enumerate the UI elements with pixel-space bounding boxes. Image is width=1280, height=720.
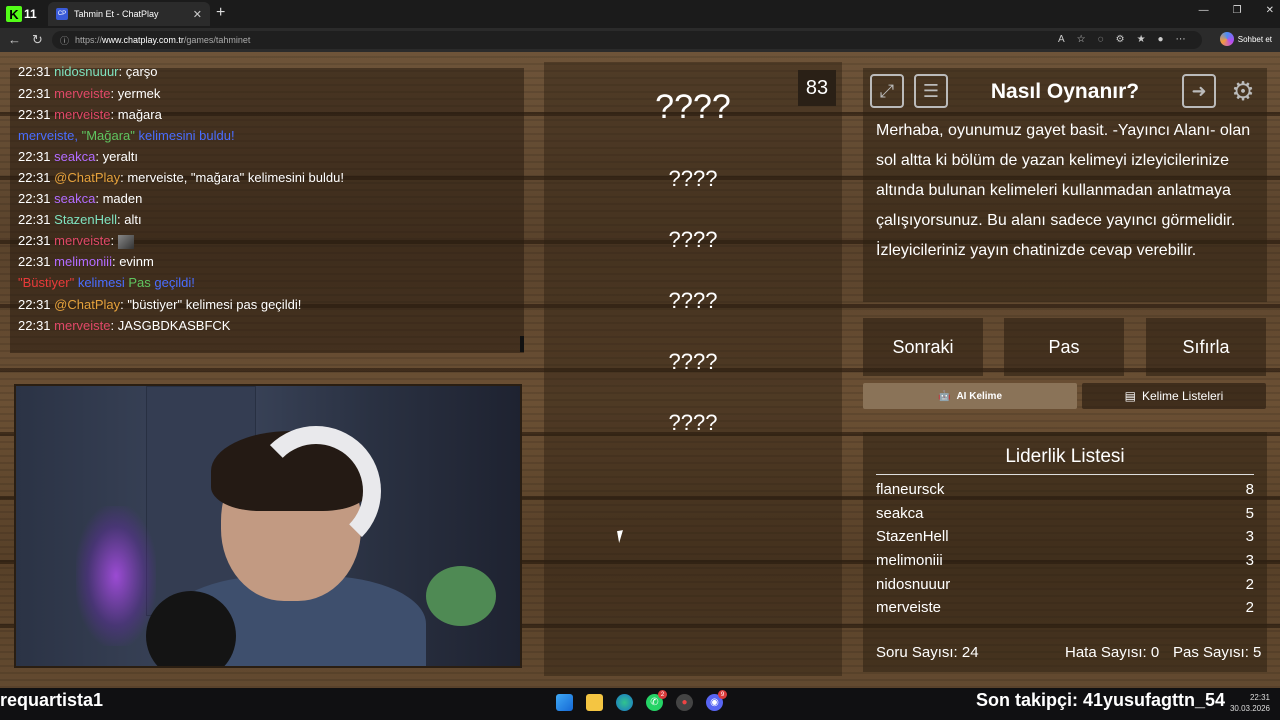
list-icon: ▤ — [1124, 389, 1136, 403]
url-field[interactable]: ⓘ https://www.chatplay.com.tr/games/tahm… — [52, 31, 1202, 49]
discord-icon[interactable]: ◉ 9 — [706, 690, 727, 711]
pass-count: Pas Sayısı: 5 — [1173, 644, 1262, 661]
minimize-icon[interactable]: — — [1199, 5, 1209, 16]
site-info-icon[interactable]: ⓘ — [60, 34, 69, 47]
streamer-name: requartista1 — [0, 690, 104, 710]
leaderboard-row: nidosnuuur 2 — [876, 576, 1254, 593]
webcam-purple-light — [76, 506, 156, 646]
restore-icon[interactable]: ❐ — [1233, 5, 1242, 16]
url-path: /games/tahminet — [183, 35, 251, 45]
close-window-icon[interactable]: ✕ — [1266, 5, 1274, 16]
webcam-plush-toy — [426, 566, 496, 626]
chat-message: 22:31 seakca: maden — [18, 191, 143, 206]
leaderboard-row: seakca 5 — [876, 505, 1254, 522]
window-controls: — ❐ ✕ — [1199, 5, 1274, 16]
forbidden-word: ???? — [668, 227, 718, 252]
read-aloud-icon[interactable]: A — [1058, 34, 1065, 45]
forbidden-word: ???? — [668, 410, 718, 435]
address-bar: ← ↻ ⓘ https://www.chatplay.com.tr/games/… — [0, 28, 1280, 52]
chat-scrollbar[interactable] — [520, 336, 524, 352]
question-count: Soru Sayısı: 24 — [876, 644, 979, 661]
fullscreen-icon[interactable]: ⤢ — [870, 74, 904, 108]
more-icon[interactable]: ⋯ — [1176, 34, 1186, 45]
discord-badge: 9 — [718, 690, 727, 699]
chat-system-message: "Büstiyer" kelimesi Pas geçildi! — [18, 275, 195, 290]
chat-message: 22:31 merveiste: — [18, 233, 134, 249]
close-tab-icon[interactable]: ✕ — [193, 8, 202, 21]
word-lists-button[interactable]: ▤ Kelime Listeleri — [1082, 383, 1266, 409]
clock-date: 30.03.2026 — [1229, 704, 1270, 713]
windows-start-icon[interactable] — [556, 694, 573, 711]
error-count: Hata Sayısı: 0 — [1065, 644, 1160, 661]
taskbar-icons: ✆ 2 ● ◉ 9 — [556, 690, 727, 711]
edge-browser-icon[interactable] — [616, 694, 633, 711]
how-to-play-title: Nasıl Oynanır? — [990, 80, 1140, 103]
chat-message: 22:31 seakca: yeraltı — [18, 149, 138, 164]
url-host: www.chatplay.com.tr — [102, 35, 184, 45]
leaderboard-row: melimoniii 3 — [876, 552, 1254, 569]
clock-time: 22:31 — [1249, 693, 1270, 702]
leaderboard-row: StazenHell 3 — [876, 528, 1254, 545]
leaderboard-row: merveiste 2 — [876, 599, 1254, 616]
target-word: ???? — [655, 88, 731, 126]
copilot-label: Sohbet et — [1237, 34, 1272, 44]
file-explorer-icon[interactable] — [586, 694, 603, 711]
pass-button[interactable]: Pas — [1004, 318, 1124, 376]
kick-icon: K — [6, 6, 22, 22]
forbidden-word: ???? — [668, 288, 718, 313]
url-prefix: https:// — [75, 35, 103, 45]
chat-message: 22:31 merveiste: mağara — [18, 107, 162, 122]
whatsapp-icon[interactable]: ✆ 2 — [646, 690, 667, 711]
copilot-button[interactable]: Sohbet et — [1219, 32, 1272, 46]
extensions-icon[interactable]: ⚙ — [1116, 34, 1125, 45]
chatplay-favicon-icon: CP — [56, 8, 68, 20]
new-tab-icon[interactable]: + — [216, 4, 225, 22]
leaderboard-title: Liderlik Listesi — [876, 446, 1254, 475]
reset-button[interactable]: Sıfırla — [1146, 318, 1266, 376]
browser-tab-bar: K 11 CP Tahmin Et - ChatPlay ✕ + — ❐ ✕ — [0, 0, 1280, 28]
profile-icon[interactable]: ● — [1158, 34, 1164, 45]
address-bar-icons: A ☆ ◌ ⚙ ★ ● ⋯ — [1058, 34, 1186, 45]
ai-word-button[interactable]: 🤖 AI Kelime — [863, 383, 1077, 409]
reload-icon[interactable]: ↻ — [32, 32, 43, 48]
favorites-icon[interactable]: ★ — [1137, 34, 1146, 45]
copilot-icon — [1219, 32, 1234, 46]
exit-icon[interactable]: ➜ — [1182, 74, 1216, 108]
browser-tab[interactable]: CP Tahmin Et - ChatPlay ✕ — [48, 2, 210, 26]
mute-icon[interactable]: ◌ — [1098, 34, 1104, 45]
leaderboard-row: flaneursck 8 — [876, 481, 1254, 498]
chat-message: 22:31 merveiste: JASGBDKASBFCK — [18, 318, 231, 333]
word-lists-label: Kelime Listeleri — [1141, 389, 1224, 403]
kick-logo-number: 11 — [24, 7, 37, 21]
ai-word-label: AI Kelime — [956, 390, 1003, 402]
mouse-cursor — [617, 529, 631, 543]
chat-message: 22:31 melimoniii: evinm — [18, 254, 154, 269]
how-to-play-text: Merhaba, oyunumuz gayet basit. -Yayıncı … — [876, 122, 1251, 259]
kick-logo[interactable]: K 11 — [6, 4, 44, 24]
app-icon[interactable]: ● — [676, 694, 693, 711]
chat-message: 22:31 @ChatPlay: merveiste, "mağara" kel… — [18, 170, 344, 185]
emote-image — [117, 234, 134, 249]
webcam-feed — [14, 384, 522, 668]
forbidden-word: ???? — [668, 166, 718, 191]
robot-icon: 🤖 — [937, 390, 951, 402]
chat-message: 22:31 StazenHell: altı — [18, 212, 142, 227]
chat-message: 22:31 nidosnuuur: çarşo — [18, 64, 158, 79]
webcam-headset — [251, 426, 381, 556]
settings-gear-icon[interactable]: ⚙ — [1226, 74, 1260, 108]
back-icon[interactable]: ← — [8, 32, 21, 47]
next-button[interactable]: Sonraki — [863, 318, 983, 376]
favorite-star-icon[interactable]: ☆ — [1077, 34, 1086, 45]
chat-message: 22:31 @ChatPlay: "büstiyer" kelimesi pas… — [18, 297, 302, 312]
whatsapp-badge: 2 — [658, 690, 667, 699]
system-clock[interactable]: 22:31 30.03.2026 — [1226, 692, 1270, 714]
chat-system-message: merveiste, "Mağara" kelimesini buldu! — [18, 128, 235, 143]
forbidden-word: ???? — [668, 349, 718, 374]
chat-message: 22:31 merveiste: yermek — [18, 86, 161, 101]
last-follower: Son takipçi: 41yusufagttn_54 — [976, 690, 1226, 710]
tab-title: Tahmin Et - ChatPlay — [74, 9, 159, 19]
